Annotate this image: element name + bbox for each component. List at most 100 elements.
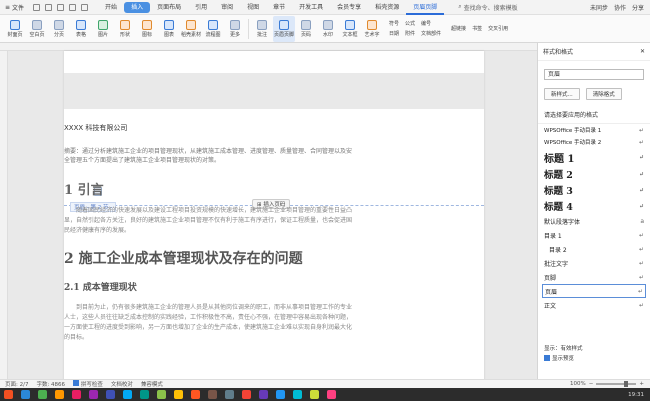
tab-8[interactable]: 会员专享 — [330, 0, 368, 15]
style-item[interactable]: 默认段落字体 a — [542, 214, 646, 228]
ribbon-small-button[interactable]: 附件 — [405, 30, 415, 37]
ribbon-link-button[interactable]: 交叉引用 — [488, 25, 508, 32]
vertical-ruler[interactable] — [0, 51, 8, 379]
tab-9[interactable]: 稻壳资源 — [368, 0, 406, 15]
ribbon-small-button[interactable]: 文档部件 — [421, 30, 441, 37]
taskbar-app-icon[interactable] — [4, 390, 13, 399]
ribbon-button-15[interactable]: 文本框 — [339, 16, 361, 42]
taskbar-app-icon[interactable] — [225, 390, 234, 399]
spellcheck-toggle[interactable]: 拼写检查 — [73, 380, 103, 388]
tab-2[interactable]: 页面布局 — [150, 0, 188, 15]
save-icon[interactable] — [33, 3, 41, 11]
taskbar-app-icon[interactable] — [276, 390, 285, 399]
ribbon-button-9[interactable]: 流程图 — [202, 16, 224, 42]
tab-5[interactable]: 视图 — [240, 0, 266, 15]
ribbon-small-button[interactable]: 公式 — [405, 20, 415, 27]
style-item[interactable]: 标题 1 ↵ — [542, 148, 646, 166]
taskbar-app-icon[interactable] — [327, 390, 336, 399]
style-item[interactable]: 目录 2 ↵ — [542, 242, 646, 256]
preview-toggle[interactable]: 显示预览 — [544, 353, 645, 363]
style-item[interactable]: 正文 ↵ — [542, 298, 646, 312]
taskbar-app-icon[interactable] — [106, 390, 115, 399]
style-item[interactable]: 标题 2 ↵ — [542, 166, 646, 182]
style-item[interactable]: 目录 1 ↵ — [542, 228, 646, 242]
tab-6[interactable]: 章节 — [266, 0, 292, 15]
ribbon-button-12[interactable]: 页眉页脚 — [273, 15, 295, 42]
ribbon-small-button[interactable]: 编号 — [421, 20, 431, 27]
preview-icon[interactable] — [57, 3, 65, 11]
taskbar-app-icon[interactable] — [72, 390, 81, 399]
ribbon-button-2[interactable]: 分页 — [48, 16, 70, 42]
ribbon-button-5[interactable]: 形状 — [114, 16, 136, 42]
document-area[interactable]: 页眉 - 第 2 节 - ⊞ 插入页码 XXXX 科技有限公司 摘要：通过分析建… — [0, 43, 537, 379]
tab-1[interactable]: 插入 — [124, 1, 151, 13]
intro-paragraph[interactable]: 随着国民经济的快速发展以及建设工程项目投资规模的快速增长，建筑施工企业项目管理的… — [64, 206, 354, 236]
taskbar-app-icon[interactable] — [55, 390, 64, 399]
taskbar-app-icon[interactable] — [242, 390, 251, 399]
preview-checkbox[interactable] — [544, 355, 550, 361]
abstract-paragraph[interactable]: 摘要：通过分析建筑施工企业的项目管理现状，从建筑施工成本管理、进度管理、质量管理… — [64, 147, 354, 165]
heading-cost-status[interactable]: 2.1 成本管理现状 — [64, 280, 354, 293]
style-item[interactable]: 标题 3 ↵ — [542, 182, 646, 198]
undo-icon[interactable] — [69, 3, 77, 11]
tab-3[interactable]: 引用 — [188, 0, 214, 15]
taskbar-clock[interactable]: 19:31 — [628, 392, 650, 398]
clear-format-button[interactable]: 清除格式 — [585, 88, 622, 100]
collab-button[interactable]: 协作 — [614, 3, 626, 12]
style-item[interactable]: 页眉 ↵ — [542, 284, 646, 298]
taskbar-app-icon[interactable] — [310, 390, 319, 399]
document-body[interactable]: 摘要：通过分析建筑施工企业的项目管理现状，从建筑施工成本管理、进度管理、质量管理… — [64, 147, 354, 343]
heading-intro[interactable]: 1 引言 — [64, 179, 354, 198]
ribbon-button-13[interactable]: 页码 — [295, 16, 317, 42]
file-menu[interactable]: ≡ 文件 — [0, 0, 29, 15]
print-icon[interactable] — [45, 3, 53, 11]
tab-10[interactable]: 页眉页脚 — [406, 0, 445, 15]
share-button[interactable]: 分享 — [632, 3, 644, 12]
taskbar-app-icon[interactable] — [89, 390, 98, 399]
header-text[interactable]: XXXX 科技有限公司 — [64, 123, 127, 133]
ribbon-button-10[interactable]: 更多 — [224, 16, 246, 42]
ribbon-link-button[interactable]: 书签 — [472, 25, 482, 32]
sync-status[interactable]: 未同步 — [590, 3, 608, 12]
taskbar-app-icon[interactable] — [38, 390, 47, 399]
ribbon-button-0[interactable]: 封面页 — [4, 16, 26, 42]
style-item[interactable]: WPSOffice 手动目录 2 ↵ — [542, 136, 646, 148]
taskbar-app-icon[interactable] — [293, 390, 302, 399]
taskbar-app-icon[interactable] — [21, 390, 30, 399]
zoom-in-icon[interactable]: + — [639, 381, 644, 387]
ribbon-button-14[interactable]: 水印 — [317, 16, 339, 42]
taskbar-app-icon[interactable] — [259, 390, 268, 399]
zoom-out-icon[interactable]: − — [589, 381, 594, 387]
taskbar-app-icon[interactable] — [157, 390, 166, 399]
ribbon-button-7[interactable]: 图表 — [158, 16, 180, 42]
page-indicator[interactable]: 页面: 2/7 — [5, 380, 28, 388]
taskbar-app-icon[interactable] — [140, 390, 149, 399]
style-item[interactable]: WPSOffice 手动目录 1 ↵ — [542, 124, 646, 136]
taskbar-app-icon[interactable] — [208, 390, 217, 399]
show-filter[interactable]: 显示：有效样式 — [544, 343, 645, 353]
cost-status-paragraph[interactable]: 到目前为止，仍有很多建筑施工企业的管理人员是从其他岗位调来的职工，而非从事项目管… — [64, 303, 354, 343]
ribbon-button-8[interactable]: 稻壳素材 — [180, 16, 202, 42]
taskbar-app-icon[interactable] — [191, 390, 200, 399]
tab-4[interactable]: 审阅 — [214, 0, 240, 15]
taskbar-app-icon[interactable] — [123, 390, 132, 399]
ribbon-button-16[interactable]: 艺术字 — [361, 16, 383, 42]
ribbon-link-button[interactable]: 超链接 — [451, 25, 466, 32]
ribbon-button-1[interactable]: 空白页 — [26, 16, 48, 42]
style-item[interactable]: 页脚 ↵ — [542, 270, 646, 284]
current-style-field[interactable]: 页眉 — [544, 69, 644, 80]
doc-check-button[interactable]: 文档校对 — [111, 380, 133, 388]
tab-0[interactable]: 开始 — [98, 0, 124, 15]
zoom-slider[interactable] — [596, 381, 637, 387]
new-style-button[interactable]: 新样式... — [544, 88, 580, 100]
taskbar-app-icon[interactable] — [174, 390, 183, 399]
horizontal-ruler[interactable] — [0, 43, 537, 51]
ribbon-small-button[interactable]: 符号 — [389, 20, 399, 27]
style-item[interactable]: 批注文字 ↵ — [542, 256, 646, 270]
heading-cost-management[interactable]: 2 施工企业成本管理现状及存在的问题 — [64, 248, 354, 268]
command-search[interactable]: ⌕ 查找命令、搜索模板 — [458, 3, 517, 12]
redo-icon[interactable] — [81, 3, 89, 11]
style-item[interactable]: 标题 4 ↵ — [542, 198, 646, 214]
tab-7[interactable]: 开发工具 — [292, 0, 330, 15]
ribbon-button-11[interactable]: 批注 — [251, 16, 273, 42]
